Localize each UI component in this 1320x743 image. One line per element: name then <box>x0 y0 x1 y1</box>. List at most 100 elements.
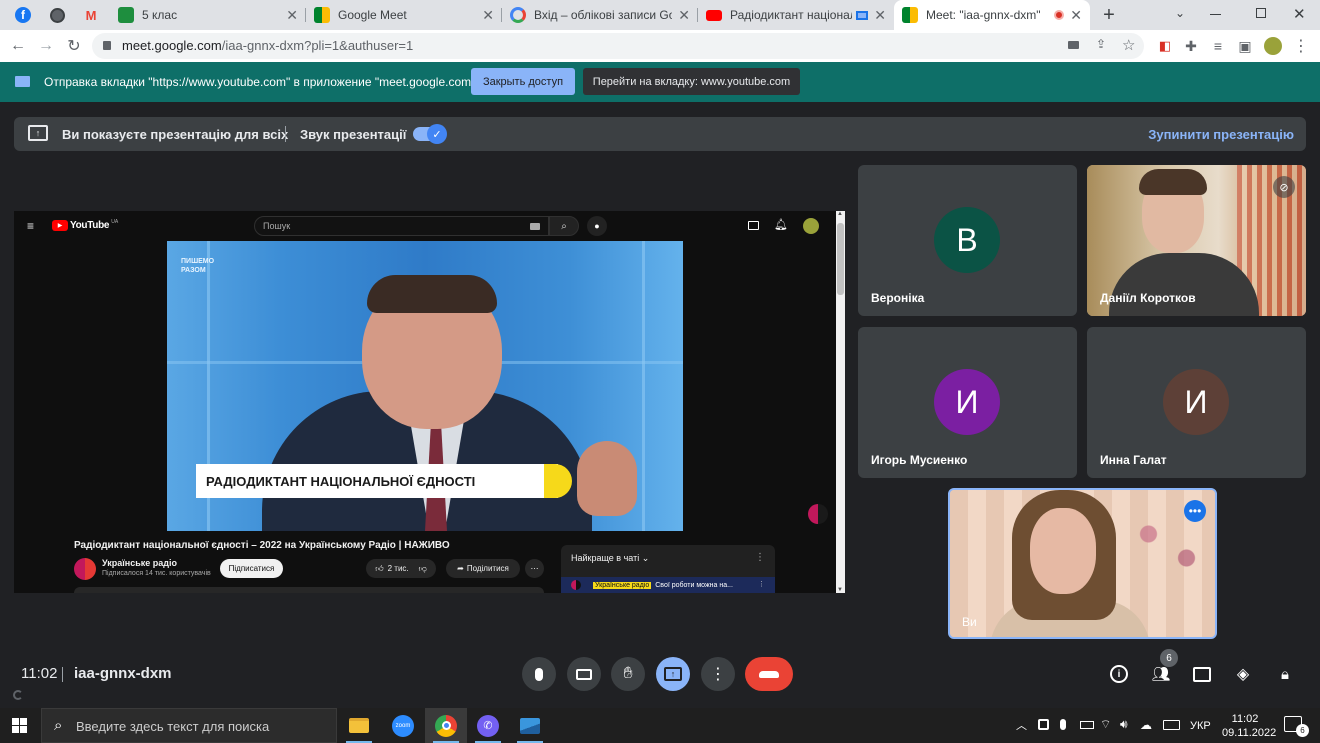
chrome-menu-icon[interactable]: ⋮ <box>1291 36 1311 56</box>
microphone-button[interactable] <box>522 657 556 691</box>
close-tab-icon[interactable]: ✕ <box>874 7 886 24</box>
tab-google-accounts[interactable]: Вхід – облікові записи Google ✕ <box>502 0 698 30</box>
go-to-tab-button[interactable]: Перейти на вкладку: www.youtube.com <box>583 68 800 95</box>
participant-tile-igor[interactable]: И Игорь Мусиенко <box>858 327 1077 478</box>
present-screen-icon: ↑ <box>664 667 682 681</box>
taskbar-photos[interactable] <box>509 708 551 743</box>
activities-button[interactable]: ◈ <box>1232 663 1254 685</box>
check-icon: ✓ <box>427 124 447 144</box>
people-button[interactable]: 👥︎ 6 <box>1150 649 1178 685</box>
clock-time: 11:02 <box>1231 713 1259 725</box>
participant-tile-veronika[interactable]: В Вероніка <box>858 165 1077 316</box>
profile-avatar[interactable] <box>1263 36 1283 56</box>
banner-text: РАДІОДИКТАНТ НАЦІОНАЛЬНОЇ ЄДНОСТІ <box>206 473 476 489</box>
bookmark-star-icon[interactable]: ☆ <box>1122 36 1135 54</box>
forward-arrow-icon[interactable]: → <box>36 36 56 56</box>
microphone-icon <box>535 667 543 681</box>
maximize-button[interactable] <box>1256 8 1266 18</box>
youtube-avatar <box>803 218 819 234</box>
screen-share-icon <box>15 76 30 87</box>
tab-google-meet[interactable]: Google Meet ✕ <box>306 0 502 30</box>
taskbar-zoom[interactable]: zoom <box>382 708 424 743</box>
close-tab-icon[interactable]: ✕ <box>1070 7 1082 24</box>
tab-search-icon[interactable]: ⌄ <box>1175 6 1185 20</box>
windows-start-icon[interactable] <box>12 718 27 733</box>
battery-icon[interactable] <box>1080 721 1094 729</box>
back-arrow-icon[interactable]: ← <box>8 36 28 56</box>
self-view-tile[interactable]: ••• Ви <box>948 488 1217 639</box>
new-tab-button[interactable]: + <box>1098 4 1120 26</box>
taskbar-search-input[interactable]: ⌕ Введите здесь текст для поиска <box>41 708 337 743</box>
taskbar-clock[interactable]: 11:02 09.11.2022 <box>1222 712 1276 740</box>
gmail-icon: M <box>85 7 97 23</box>
present-now-button[interactable]: ↑ <box>656 657 690 691</box>
reload-icon[interactable]: ↻ <box>64 36 84 56</box>
cloud-sync-icon[interactable]: ☁ <box>1140 718 1152 732</box>
tab-classroom[interactable]: 5 клас ✕ <box>110 0 306 30</box>
camera-in-use-icon[interactable] <box>1068 41 1079 49</box>
extensions-puzzle-icon[interactable]: ✚ <box>1181 36 1201 56</box>
youtube-video-player: ПИШЕМО РАЗОМ РАДІОДИКТАНТ НАЦІОНАЛЬНОЇ Є… <box>167 241 683 531</box>
loading-icon <box>13 690 23 700</box>
youtube-search-input[interactable]: Пошук <box>254 216 549 236</box>
host-controls-button[interactable]: 🔒︎ <box>1274 663 1296 685</box>
taskbar-viber[interactable]: ✆ <box>467 708 509 743</box>
microphone-tray-icon[interactable] <box>1060 719 1066 730</box>
share-pill: ➦ Поділитися <box>446 559 520 578</box>
raise-hand-button[interactable]: ✋︎ <box>611 657 645 691</box>
participant-tile-inna[interactable]: И Инна Галат <box>1087 327 1306 478</box>
camera-button[interactable] <box>567 657 601 691</box>
meeting-details-button[interactable]: i <box>1108 663 1130 685</box>
chat-button[interactable] <box>1191 663 1213 685</box>
person-face <box>1030 508 1096 594</box>
wallpaper-flowers <box>1120 510 1215 590</box>
tab-meet-call[interactable]: Meet: "iaa-gnnx-dxm" ✕ <box>894 0 1090 30</box>
taskbar-file-explorer[interactable] <box>338 708 380 743</box>
like-count: 2 тис. <box>387 564 409 573</box>
participant-avatar: В <box>934 207 1000 273</box>
tab-facebook-pinned[interactable]: f <box>8 0 38 30</box>
leave-call-button[interactable] <box>745 657 793 691</box>
page-scrollbar: ▲ ▼ <box>836 211 845 593</box>
youtube-logo-text: YouTube <box>70 220 110 231</box>
side-panel-icon[interactable]: ▣ <box>1235 36 1255 56</box>
input-language[interactable]: УКР <box>1190 720 1211 732</box>
stop-sharing-button[interactable]: Закрыть доступ <box>471 68 575 95</box>
keyboard-icon <box>530 223 540 230</box>
tab-youtube[interactable]: Радіодиктант національн ✕ <box>698 0 894 30</box>
tab-title: Вхід – облікові записи Google <box>534 8 673 22</box>
search-placeholder: Пошук <box>263 221 291 231</box>
participant-name: Ви <box>962 615 977 629</box>
share-page-icon[interactable]: ⇪ <box>1096 37 1106 51</box>
meeting-code: iaa-gnnx-dxm <box>74 665 172 682</box>
extension-icon[interactable]: ◧ <box>1155 36 1175 56</box>
wifi-icon[interactable]: ⌔ <box>1100 717 1111 732</box>
close-tab-icon[interactable]: ✕ <box>482 7 494 24</box>
show-hidden-icons[interactable]: ︿ <box>1016 717 1027 733</box>
tab-gmail-pinned[interactable]: M <box>76 0 106 30</box>
taskbar-chrome[interactable] <box>425 708 467 743</box>
media-control-icon[interactable]: ≡ <box>1208 36 1228 56</box>
sharing-tab-icon <box>856 10 869 20</box>
tab-title: Meet: "iaa-gnnx-dxm" <box>926 8 1041 22</box>
participant-tile-daniil[interactable]: ⊘ Даніїл Коротков <box>1087 165 1306 316</box>
chevron-down-icon: ⌄ <box>641 553 650 563</box>
close-tab-icon[interactable]: ✕ <box>678 7 690 24</box>
presentation-sound-toggle[interactable]: ✓ <box>413 124 447 144</box>
more-options-button[interactable]: ⋮ <box>701 657 735 691</box>
volume-icon[interactable]: 🔊︎ <box>1120 717 1128 732</box>
close-window-button[interactable]: ✕ <box>1293 5 1306 23</box>
meet-tray-icon[interactable] <box>1038 719 1049 730</box>
more-options-icon: ⋯ <box>525 559 544 578</box>
address-bar[interactable]: meet.google.com/iaa-gnnx-dxm?pli=1&authu… <box>92 33 1144 59</box>
description-box <box>74 587 544 593</box>
activities-icon: ◈ <box>1236 666 1250 683</box>
tab-web-pinned[interactable] <box>42 0 72 30</box>
present-screen-icon: ↑ <box>28 125 48 141</box>
keyboard-tray-icon[interactable] <box>1163 720 1180 730</box>
more-options-icon[interactable]: ••• <box>1184 500 1206 522</box>
notification-center-button[interactable]: 6 <box>1284 716 1309 737</box>
minimize-button[interactable] <box>1210 14 1221 15</box>
stop-presenting-button[interactable]: Зупинити презентацію <box>1148 127 1294 142</box>
close-tab-icon[interactable]: ✕ <box>286 7 298 24</box>
